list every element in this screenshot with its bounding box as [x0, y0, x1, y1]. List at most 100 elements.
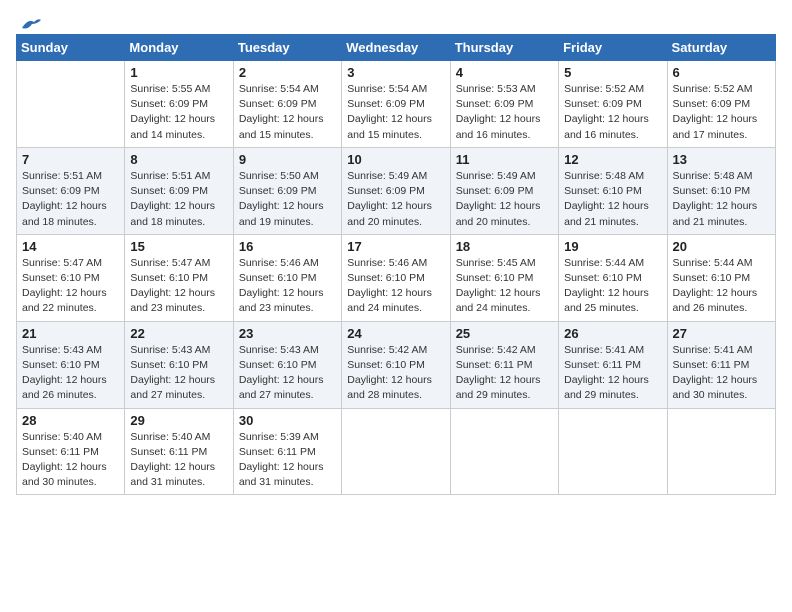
day-number: 4: [456, 65, 553, 80]
day-info: Sunrise: 5:52 AM Sunset: 6:09 PM Dayligh…: [564, 82, 661, 143]
calendar-cell: 22 Sunrise: 5:43 AM Sunset: 6:10 PM Dayli…: [125, 321, 233, 408]
calendar-cell: [450, 408, 558, 495]
calendar-cell: 29 Sunrise: 5:40 AM Sunset: 6:11 PM Dayli…: [125, 408, 233, 495]
weekday-header-saturday: Saturday: [667, 35, 775, 61]
day-info: Sunrise: 5:44 AM Sunset: 6:10 PM Dayligh…: [673, 256, 770, 317]
day-info: Sunrise: 5:48 AM Sunset: 6:10 PM Dayligh…: [564, 169, 661, 230]
calendar-cell: 25 Sunrise: 5:42 AM Sunset: 6:11 PM Dayli…: [450, 321, 558, 408]
calendar-cell: 9 Sunrise: 5:50 AM Sunset: 6:09 PM Daylig…: [233, 147, 341, 234]
day-number: 24: [347, 326, 444, 341]
day-number: 12: [564, 152, 661, 167]
day-number: 5: [564, 65, 661, 80]
day-number: 19: [564, 239, 661, 254]
day-number: 2: [239, 65, 336, 80]
day-number: 10: [347, 152, 444, 167]
day-info: Sunrise: 5:46 AM Sunset: 6:10 PM Dayligh…: [347, 256, 444, 317]
day-number: 8: [130, 152, 227, 167]
calendar-cell: 28 Sunrise: 5:40 AM Sunset: 6:11 PM Dayli…: [17, 408, 125, 495]
day-info: Sunrise: 5:43 AM Sunset: 6:10 PM Dayligh…: [22, 343, 119, 404]
calendar-cell: 11 Sunrise: 5:49 AM Sunset: 6:09 PM Dayli…: [450, 147, 558, 234]
day-info: Sunrise: 5:39 AM Sunset: 6:11 PM Dayligh…: [239, 430, 336, 491]
weekday-header-row: SundayMondayTuesdayWednesdayThursdayFrid…: [17, 35, 776, 61]
calendar-cell: 12 Sunrise: 5:48 AM Sunset: 6:10 PM Dayli…: [559, 147, 667, 234]
calendar-cell: 21 Sunrise: 5:43 AM Sunset: 6:10 PM Dayli…: [17, 321, 125, 408]
day-info: Sunrise: 5:43 AM Sunset: 6:10 PM Dayligh…: [239, 343, 336, 404]
calendar-cell: 26 Sunrise: 5:41 AM Sunset: 6:11 PM Dayli…: [559, 321, 667, 408]
day-info: Sunrise: 5:46 AM Sunset: 6:10 PM Dayligh…: [239, 256, 336, 317]
weekday-header-thursday: Thursday: [450, 35, 558, 61]
day-number: 20: [673, 239, 770, 254]
logo: [16, 16, 42, 28]
calendar-cell: 17 Sunrise: 5:46 AM Sunset: 6:10 PM Dayli…: [342, 234, 450, 321]
calendar-cell: 20 Sunrise: 5:44 AM Sunset: 6:10 PM Dayli…: [667, 234, 775, 321]
day-number: 17: [347, 239, 444, 254]
day-info: Sunrise: 5:42 AM Sunset: 6:10 PM Dayligh…: [347, 343, 444, 404]
week-row-4: 28 Sunrise: 5:40 AM Sunset: 6:11 PM Dayli…: [17, 408, 776, 495]
day-info: Sunrise: 5:51 AM Sunset: 6:09 PM Dayligh…: [22, 169, 119, 230]
day-number: 18: [456, 239, 553, 254]
day-number: 9: [239, 152, 336, 167]
weekday-header-wednesday: Wednesday: [342, 35, 450, 61]
day-info: Sunrise: 5:49 AM Sunset: 6:09 PM Dayligh…: [347, 169, 444, 230]
day-info: Sunrise: 5:40 AM Sunset: 6:11 PM Dayligh…: [22, 430, 119, 491]
calendar-cell: 7 Sunrise: 5:51 AM Sunset: 6:09 PM Daylig…: [17, 147, 125, 234]
day-info: Sunrise: 5:51 AM Sunset: 6:09 PM Dayligh…: [130, 169, 227, 230]
day-number: 13: [673, 152, 770, 167]
day-number: 27: [673, 326, 770, 341]
day-info: Sunrise: 5:54 AM Sunset: 6:09 PM Dayligh…: [347, 82, 444, 143]
day-number: 21: [22, 326, 119, 341]
day-info: Sunrise: 5:40 AM Sunset: 6:11 PM Dayligh…: [130, 430, 227, 491]
calendar-cell: 1 Sunrise: 5:55 AM Sunset: 6:09 PM Daylig…: [125, 61, 233, 148]
calendar-cell: 14Sunrise: 5:47 AM Sunset: 6:10 PM Dayli…: [17, 234, 125, 321]
calendar-cell: 15 Sunrise: 5:47 AM Sunset: 6:10 PM Dayli…: [125, 234, 233, 321]
weekday-header-friday: Friday: [559, 35, 667, 61]
day-info: Sunrise: 5:55 AM Sunset: 6:09 PM Dayligh…: [130, 82, 227, 143]
day-info: Sunrise: 5:44 AM Sunset: 6:10 PM Dayligh…: [564, 256, 661, 317]
calendar-cell: [667, 408, 775, 495]
day-number: 28: [22, 413, 119, 428]
week-row-1: 7 Sunrise: 5:51 AM Sunset: 6:09 PM Daylig…: [17, 147, 776, 234]
calendar-cell: [342, 408, 450, 495]
day-info: Sunrise: 5:49 AM Sunset: 6:09 PM Dayligh…: [456, 169, 553, 230]
calendar-cell: 10 Sunrise: 5:49 AM Sunset: 6:09 PM Dayli…: [342, 147, 450, 234]
calendar-cell: 19 Sunrise: 5:44 AM Sunset: 6:10 PM Dayli…: [559, 234, 667, 321]
calendar-cell: 24 Sunrise: 5:42 AM Sunset: 6:10 PM Dayli…: [342, 321, 450, 408]
calendar-cell: 23 Sunrise: 5:43 AM Sunset: 6:10 PM Dayli…: [233, 321, 341, 408]
calendar-cell: 30Sunrise: 5:39 AM Sunset: 6:11 PM Dayli…: [233, 408, 341, 495]
day-number: 23: [239, 326, 336, 341]
day-number: 25: [456, 326, 553, 341]
calendar-cell: 3 Sunrise: 5:54 AM Sunset: 6:09 PM Daylig…: [342, 61, 450, 148]
day-number: 3: [347, 65, 444, 80]
calendar-cell: 13 Sunrise: 5:48 AM Sunset: 6:10 PM Dayli…: [667, 147, 775, 234]
day-info: Sunrise: 5:43 AM Sunset: 6:10 PM Dayligh…: [130, 343, 227, 404]
calendar-cell: 18 Sunrise: 5:45 AM Sunset: 6:10 PM Dayli…: [450, 234, 558, 321]
day-number: 7: [22, 152, 119, 167]
week-row-3: 21 Sunrise: 5:43 AM Sunset: 6:10 PM Dayli…: [17, 321, 776, 408]
day-number: 11: [456, 152, 553, 167]
day-info: Sunrise: 5:48 AM Sunset: 6:10 PM Dayligh…: [673, 169, 770, 230]
weekday-header-sunday: Sunday: [17, 35, 125, 61]
day-number: 26: [564, 326, 661, 341]
calendar-cell: 2 Sunrise: 5:54 AM Sunset: 6:09 PM Daylig…: [233, 61, 341, 148]
calendar-cell: 27 Sunrise: 5:41 AM Sunset: 6:11 PM Dayli…: [667, 321, 775, 408]
day-number: 29: [130, 413, 227, 428]
weekday-header-tuesday: Tuesday: [233, 35, 341, 61]
day-number: 15: [130, 239, 227, 254]
page-header: [16, 16, 776, 28]
calendar-table: SundayMondayTuesdayWednesdayThursdayFrid…: [16, 34, 776, 495]
weekday-header-monday: Monday: [125, 35, 233, 61]
logo-bird-icon: [20, 16, 42, 32]
day-info: Sunrise: 5:52 AM Sunset: 6:09 PM Dayligh…: [673, 82, 770, 143]
day-info: Sunrise: 5:42 AM Sunset: 6:11 PM Dayligh…: [456, 343, 553, 404]
day-info: Sunrise: 5:50 AM Sunset: 6:09 PM Dayligh…: [239, 169, 336, 230]
day-number: 14: [22, 239, 119, 254]
day-info: Sunrise: 5:41 AM Sunset: 6:11 PM Dayligh…: [564, 343, 661, 404]
day-info: Sunrise: 5:45 AM Sunset: 6:10 PM Dayligh…: [456, 256, 553, 317]
day-info: Sunrise: 5:54 AM Sunset: 6:09 PM Dayligh…: [239, 82, 336, 143]
day-number: 1: [130, 65, 227, 80]
day-info: Sunrise: 5:41 AM Sunset: 6:11 PM Dayligh…: [673, 343, 770, 404]
day-number: 22: [130, 326, 227, 341]
day-info: Sunrise: 5:47 AM Sunset: 6:10 PM Dayligh…: [130, 256, 227, 317]
week-row-2: 14 Sunrise: 5:47 AM Sunset: 6:10 PM Dayli…: [17, 234, 776, 321]
week-row-0: 1 Sunrise: 5:55 AM Sunset: 6:09 PM Daylig…: [17, 61, 776, 148]
